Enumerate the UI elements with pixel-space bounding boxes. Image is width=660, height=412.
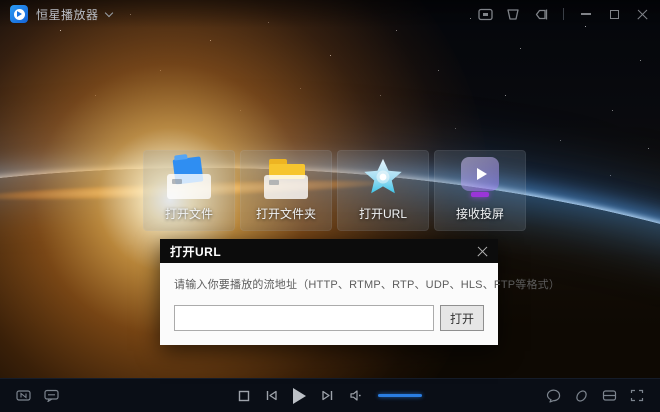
url-hint-text: 请输入你要播放的流地址（HTTP、RTMP、RTP、UDP、HLS、FTP等格式… (174, 276, 484, 292)
receive-cast-card[interactable]: 接收投屏 (434, 150, 526, 231)
live-tv-icon[interactable] (16, 389, 31, 402)
card-label: 接收投屏 (456, 205, 504, 222)
fullscreen-icon[interactable] (630, 389, 644, 402)
previous-button[interactable] (265, 389, 278, 402)
open-button[interactable]: 打开 (440, 305, 484, 331)
open-url-dialog: 打开URL 请输入你要播放的流地址（HTTP、RTMP、RTP、UDP、HLS、… (160, 239, 498, 345)
titlebar-separator (563, 8, 564, 20)
chevron-down-icon[interactable] (104, 8, 112, 16)
maximize-button[interactable] (606, 6, 622, 22)
open-folder-card[interactable]: 打开文件夹 (240, 150, 332, 231)
player-window: 恒星播放器 打开文件 (0, 0, 660, 412)
cast-icon (456, 157, 504, 199)
card-label: 打开文件夹 (256, 205, 316, 222)
dialog-titlebar: 打开URL (160, 239, 498, 263)
card-label: 打开文件 (165, 205, 213, 222)
dialog-body: 请输入你要播放的流地址（HTTP、RTMP、RTP、UDP、HLS、FTP等格式… (160, 263, 498, 345)
bottom-control-bar (0, 378, 660, 412)
volume-slider[interactable] (378, 394, 422, 397)
titlebar: 恒星播放器 (0, 0, 660, 28)
feedback-icon[interactable] (533, 6, 549, 22)
volume-icon[interactable] (349, 389, 363, 402)
stop-button[interactable] (238, 390, 250, 402)
dialog-close-icon[interactable] (477, 246, 488, 257)
close-button[interactable] (634, 6, 650, 22)
open-file-card[interactable]: 打开文件 (143, 150, 235, 231)
chat-icon[interactable] (546, 389, 561, 403)
app-logo-icon (10, 5, 28, 23)
danmaku-icon[interactable] (44, 389, 59, 402)
minimize-button[interactable] (578, 6, 594, 22)
folder-icon (262, 157, 310, 199)
mini-window-icon[interactable] (477, 6, 493, 22)
playlist-icon[interactable] (602, 389, 617, 402)
playback-controls (238, 388, 422, 404)
disc-icon[interactable] (574, 389, 589, 403)
skin-icon[interactable] (505, 6, 521, 22)
action-cards: 打开文件 打开文件夹 打开URL (143, 150, 526, 231)
play-button[interactable] (293, 388, 306, 404)
dialog-title: 打开URL (170, 243, 221, 260)
card-label: 打开URL (359, 205, 407, 222)
open-url-card[interactable]: 打开URL (337, 150, 429, 231)
app-title: 恒星播放器 (36, 6, 99, 23)
next-button[interactable] (321, 389, 334, 402)
url-input[interactable] (174, 305, 434, 331)
star-icon (359, 157, 407, 199)
file-icon (165, 157, 213, 199)
